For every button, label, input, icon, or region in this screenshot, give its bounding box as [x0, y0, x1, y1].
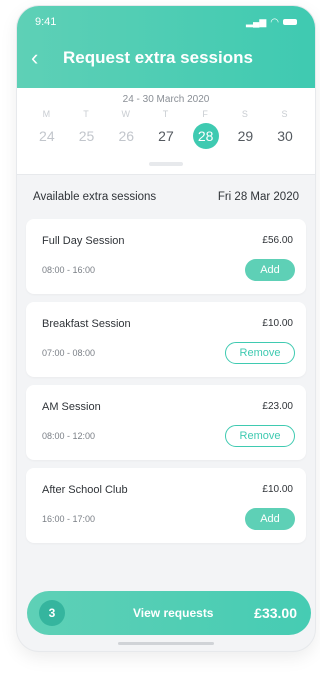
add-button[interactable]: Add: [245, 508, 295, 530]
date-24[interactable]: 24: [32, 123, 62, 149]
section-title: Available extra sessions: [33, 191, 157, 203]
week-calendar: 24 - 30 March 2020 M T W T F S S 24 25 2…: [17, 88, 315, 175]
weekday-label: S: [281, 109, 289, 119]
status-bar: 9:41 ▂▄▆ ◠: [17, 6, 315, 38]
session-time: 07:00 - 08:00: [42, 348, 96, 358]
session-time: 16:00 - 17:00: [42, 514, 96, 524]
date-28-selected[interactable]: 28: [192, 123, 219, 149]
phone-screen: 9:41 ▂▄▆ ◠ ‹ Request extra sessions 24 -…: [17, 6, 315, 651]
weekday-names: M T W T F S S: [17, 109, 315, 119]
section-header: Available extra sessions Fri 28 Mar 2020: [17, 175, 315, 219]
view-requests-button[interactable]: 3 View requests £33.00: [27, 591, 311, 635]
weekday-label: T: [162, 109, 170, 119]
session-card: AM Session £23.00 08:00 - 12:00 Remove: [26, 385, 306, 460]
weekday-label: F: [202, 109, 209, 119]
week-dates: 24 25 26 27 28 29 30: [17, 123, 315, 149]
weekday-label: M: [42, 109, 52, 119]
session-price: £10.00: [262, 484, 293, 495]
session-time: 08:00 - 16:00: [42, 265, 96, 275]
date-30[interactable]: 30: [270, 123, 300, 149]
session-time: 08:00 - 12:00: [42, 431, 96, 441]
week-range: 24 - 30 March 2020: [122, 94, 210, 105]
session-card: After School Club £10.00 16:00 - 17:00 A…: [26, 468, 306, 543]
weekday-label: T: [83, 109, 90, 119]
session-price: £10.00: [262, 318, 293, 329]
remove-button[interactable]: Remove: [225, 425, 295, 447]
page-title: Request extra sessions: [63, 48, 253, 67]
add-button[interactable]: Add: [245, 259, 295, 281]
session-card: Full Day Session £56.00 08:00 - 16:00 Ad…: [26, 219, 306, 294]
wifi-icon: ◠: [270, 16, 279, 28]
session-name: Full Day Session: [42, 235, 125, 247]
date-29[interactable]: 29: [230, 123, 260, 149]
requests-total: £33.00: [254, 605, 297, 621]
session-price: £23.00: [262, 401, 293, 412]
view-requests-label: View requests: [133, 606, 214, 620]
status-icons: ▂▄▆ ◠: [246, 17, 297, 28]
session-name: AM Session: [42, 401, 101, 413]
section-date: Fri 28 Mar 2020: [217, 191, 299, 203]
session-name: After School Club: [42, 484, 128, 496]
home-indicator: [118, 642, 214, 645]
app-header: 9:41 ▂▄▆ ◠ ‹ Request extra sessions: [17, 6, 315, 88]
date-25[interactable]: 25: [72, 123, 102, 149]
date-26[interactable]: 26: [111, 123, 141, 149]
back-icon[interactable]: ‹: [31, 45, 57, 71]
calendar-drag-handle[interactable]: [149, 162, 183, 166]
date-27[interactable]: 27: [151, 123, 181, 149]
status-time: 9:41: [35, 16, 57, 28]
weekday-label: W: [121, 109, 131, 119]
signal-icon: ▂▄▆: [246, 16, 267, 27]
session-card: Breakfast Session £10.00 07:00 - 08:00 R…: [26, 302, 306, 377]
weekday-label: S: [241, 109, 249, 119]
battery-icon: [283, 19, 297, 25]
request-count-badge: 3: [39, 600, 65, 626]
session-name: Breakfast Session: [42, 318, 131, 330]
session-price: £56.00: [262, 235, 293, 246]
remove-button[interactable]: Remove: [225, 342, 295, 364]
